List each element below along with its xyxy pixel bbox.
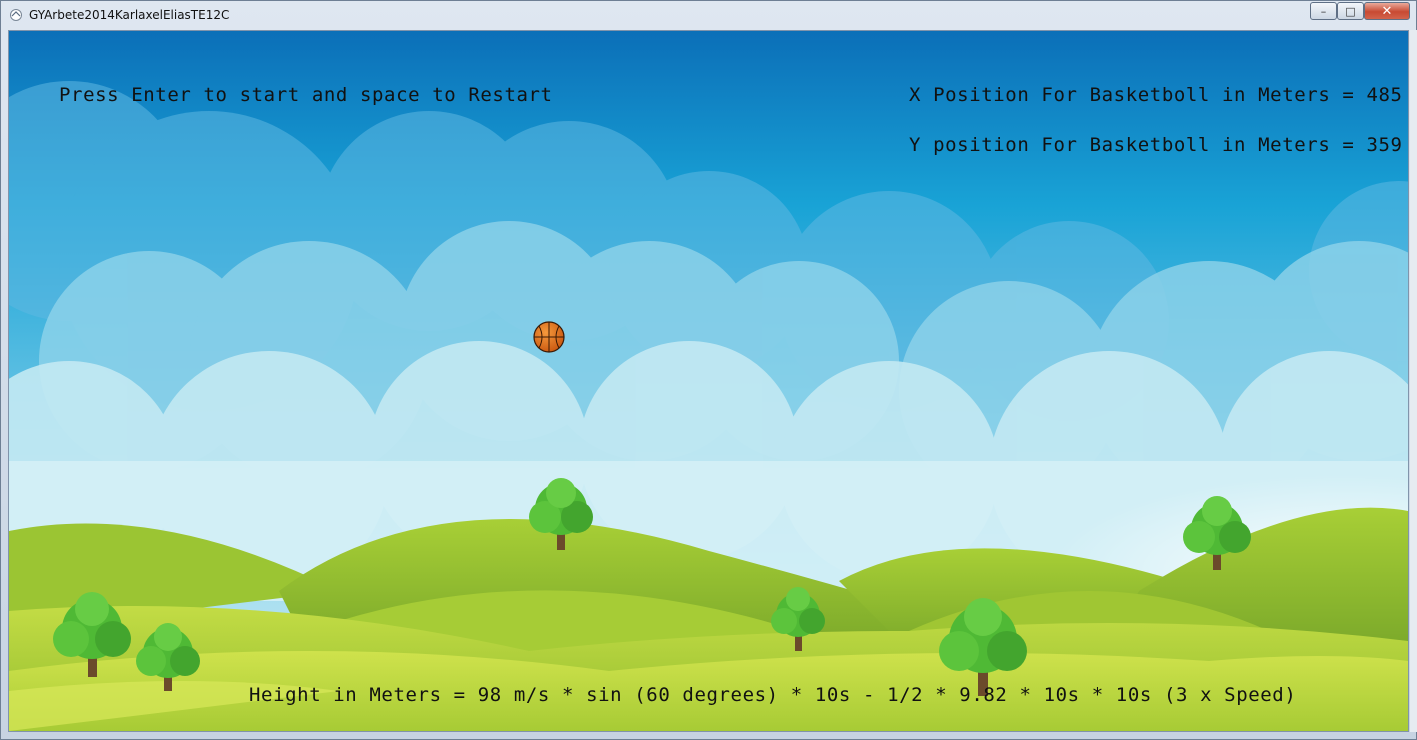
instructions-text: Press Enter to start and space to Restar… — [59, 84, 553, 106]
window-title: GYArbete2014KarlaxelEliasTE12C — [29, 8, 230, 22]
maximize-button[interactable]: □ — [1337, 2, 1364, 20]
x-position-readout: X Position For Basketboll in Meters = 48… — [909, 84, 1403, 106]
formula-text: Height in Meters = 98 m/s * sin (60 degr… — [249, 684, 1297, 706]
y-position-readout: Y position For Basketboll in Meters = 35… — [909, 134, 1403, 156]
app-icon — [10, 9, 22, 21]
window-edge-strip — [1410, 30, 1417, 732]
title-bar[interactable]: GYArbete2014KarlaxelEliasTE12C – □ ✕ — [1, 1, 1416, 29]
basketball — [533, 321, 565, 353]
window-controls: – □ ✕ — [1310, 2, 1410, 22]
close-button[interactable]: ✕ — [1364, 2, 1410, 20]
minimize-button[interactable]: – — [1310, 2, 1337, 20]
game-window: GYArbete2014KarlaxelEliasTE12C – □ ✕ Pre… — [0, 0, 1417, 740]
game-canvas[interactable]: Press Enter to start and space to Restar… — [8, 30, 1409, 732]
